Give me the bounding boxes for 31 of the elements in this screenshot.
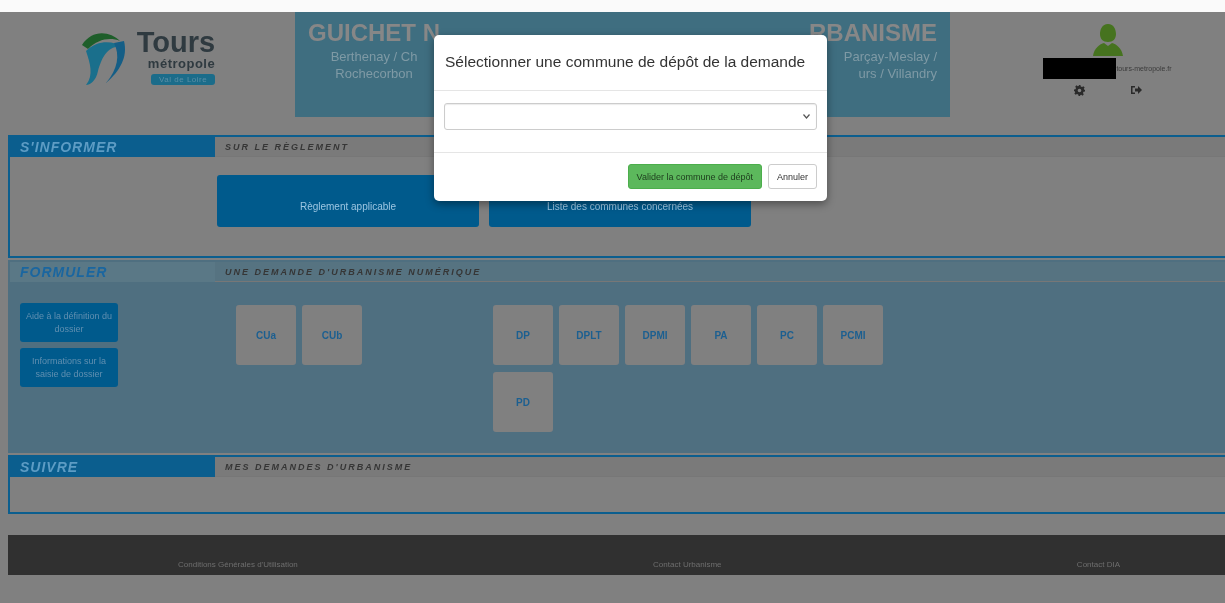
request-type-tile[interactable]: CUa [236, 305, 296, 365]
request-type-tile[interactable]: PD [493, 372, 553, 432]
banner-title: RBANISME [809, 18, 937, 48]
logout-icon[interactable] [1130, 85, 1142, 95]
help-button[interactable]: Informations sur la saisie de dossier [20, 348, 118, 387]
section-title: SUIVRE [10, 457, 215, 477]
caret-icon [803, 114, 810, 119]
info-card-button[interactable]: Règlement applicable [217, 175, 479, 227]
settings-icon[interactable] [1073, 85, 1085, 96]
banner-subtitle: urs / Villandry [858, 65, 937, 82]
request-type-tile[interactable]: CUb [302, 305, 362, 365]
section-subtitle: UNE DEMANDE D'URBANISME NUMÉRIQUE [215, 262, 1225, 282]
logo-name: Tours [136, 27, 216, 57]
request-type-tile[interactable]: PC [757, 305, 817, 365]
section-subtitle: MES DEMANDES D'URBANISME [215, 457, 1225, 477]
request-type-tile[interactable]: DP [493, 305, 553, 365]
request-type-tile[interactable]: DPMI [625, 305, 685, 365]
request-type-tile[interactable]: PA [691, 305, 751, 365]
user-avatar-icon [1090, 22, 1125, 56]
help-button[interactable]: Aide à la définition du dossier [20, 303, 118, 342]
banner-subtitle: Berthenay / Ch [330, 48, 418, 65]
section-title: S'INFORMER [10, 137, 215, 157]
section-title: FORMULER [10, 262, 215, 282]
cancel-button[interactable]: Annuler [767, 164, 817, 189]
request-type-tile[interactable]: PCMI [823, 305, 883, 365]
request-type-tile[interactable]: DPLT [559, 305, 619, 365]
validate-button[interactable]: Valider la commune de dépôt [627, 164, 762, 189]
banner-subtitle: Parçay-Meslay / [843, 48, 937, 65]
logo-subtitle: métropole [147, 57, 216, 71]
dialog-title: Sélectionner une commune de dépôt de la demande [445, 52, 807, 72]
banner-subtitle: Rochecorbon [335, 65, 413, 82]
